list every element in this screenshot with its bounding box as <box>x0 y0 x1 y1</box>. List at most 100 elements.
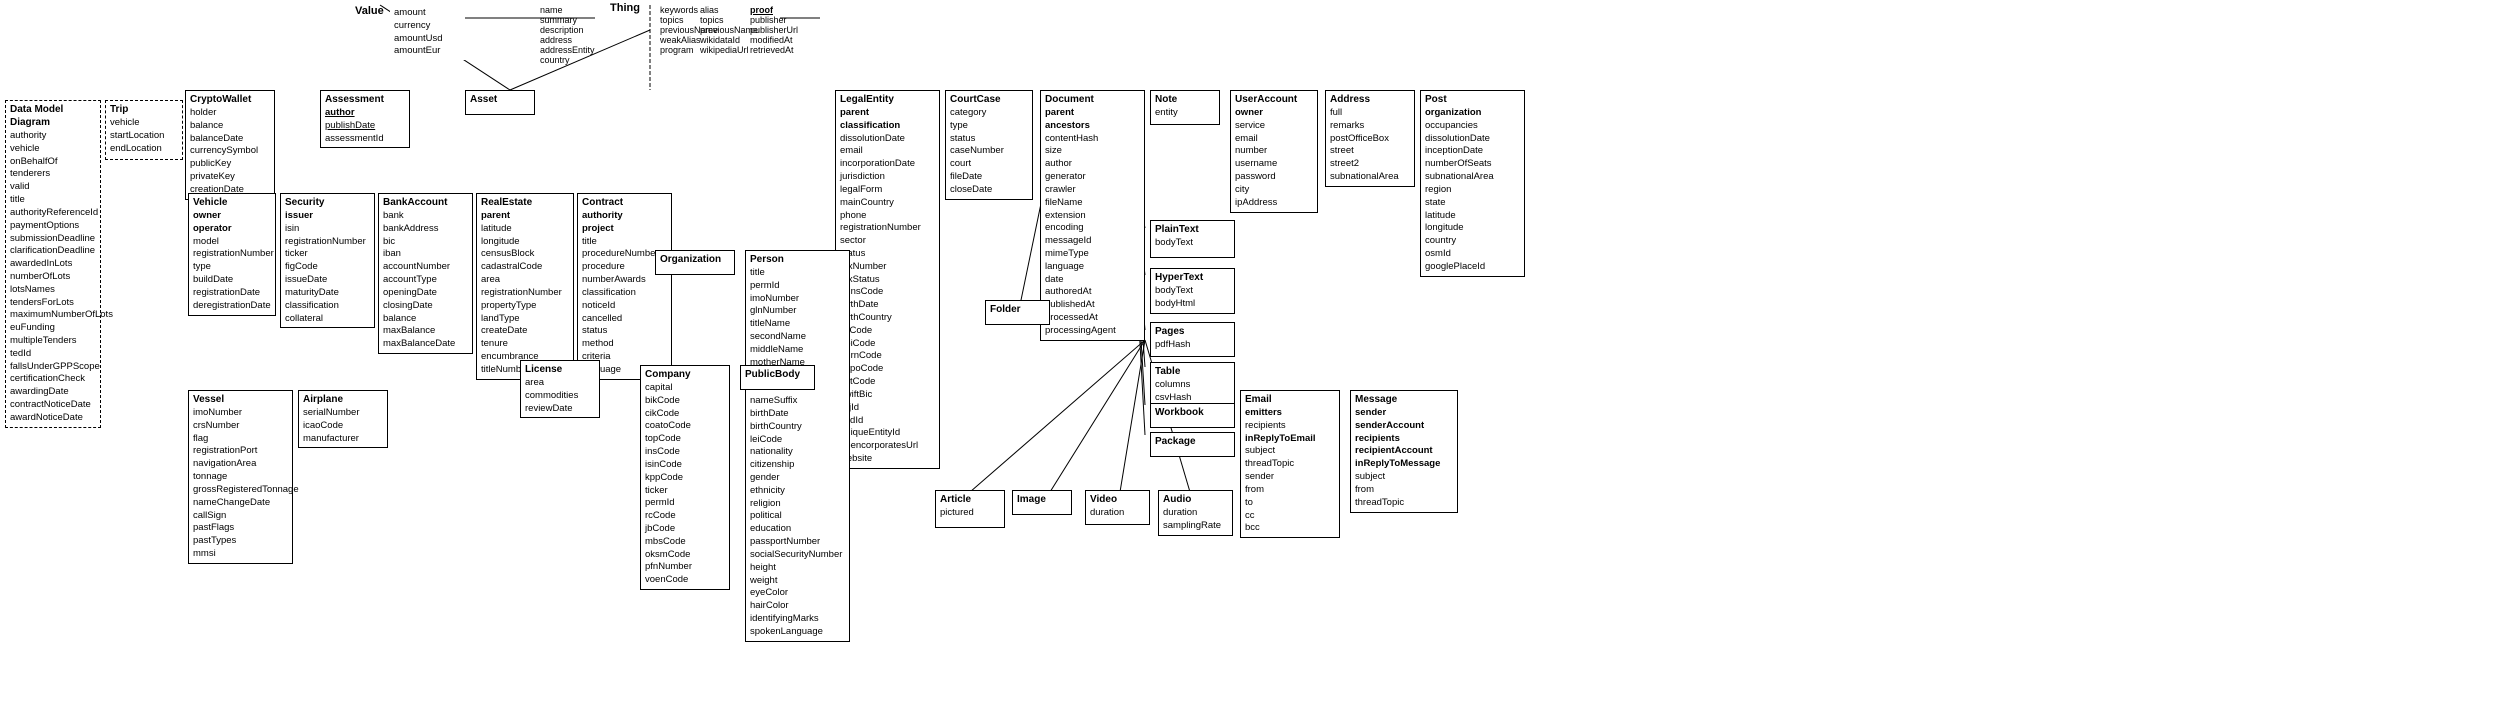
table-fields: columnscsvHash <box>1155 379 1230 405</box>
address-title: Address <box>1330 93 1410 106</box>
cryptowallet-fields: holderbalancebalanceDatecurrencySymbol p… <box>190 107 270 197</box>
alias-fields: aliastopicspreviousNamewikidataIdwikiped… <box>700 5 758 55</box>
address-box: Address fullremarkspostOfficeBoxstreet s… <box>1325 90 1415 187</box>
security-box: Security issuer isinregistrationNumberti… <box>280 193 375 328</box>
post-title: Post <box>1425 93 1520 106</box>
audio-title: Audio <box>1163 493 1228 506</box>
license-title: License <box>525 363 595 376</box>
diagram-container: Data Model Diagram authorityvehicleonBeh… <box>0 0 2500 716</box>
callfortenders-fields: authorityvehicleonBehalfOftenderersvalid… <box>10 130 96 425</box>
table-title: Table <box>1155 365 1230 378</box>
assessment-fields: author publishDate assessmentId <box>325 107 405 145</box>
assessment-title: Assessment <box>325 93 405 106</box>
trip-title: Trip <box>110 103 178 116</box>
company-fields: capitalbikCodecikCodecoatoCode topCodein… <box>645 382 725 587</box>
courtcase-box: CourtCase categorytypestatuscaseNumber c… <box>945 90 1033 200</box>
publicbody-box: PublicBody <box>740 365 815 390</box>
contract-box: Contract authority project titleprocedur… <box>577 193 672 380</box>
email-title: Email <box>1245 393 1335 406</box>
trip-box: Trip vehiclestartLocationendLocation <box>105 100 183 160</box>
callfortenders-box: Data Model Diagram authorityvehicleonBeh… <box>5 100 101 428</box>
audio-fields: durationsamplingRate <box>1163 507 1228 533</box>
post-box: Post organization occupanciesdissolution… <box>1420 90 1525 277</box>
note-box: Note entity <box>1150 90 1220 125</box>
workbook-box: Workbook <box>1150 403 1235 428</box>
realestate-title: RealEstate <box>481 196 569 209</box>
asset-box: Asset <box>465 90 535 115</box>
plaintext-box: PlainText bodyText <box>1150 220 1235 258</box>
airplane-title: Airplane <box>303 393 383 406</box>
video-box: Video duration <box>1085 490 1150 525</box>
document-box: Document parent ancestors contentHashsiz… <box>1040 90 1145 341</box>
table-box: Table columnscsvHash <box>1150 362 1235 408</box>
person-fields: titlepermIdimoNumberglnNumber titleNames… <box>750 267 845 639</box>
realestate-box: RealEstate parent latitudelongitudecensu… <box>476 193 574 380</box>
bankaccount-fields: bankbankAddressbiciban accountNumberacco… <box>383 210 468 351</box>
person-box: Person titlepermIdimoNumberglnNumber tit… <box>745 250 850 642</box>
hypertext-box: HyperText bodyTextbodyHtml <box>1150 268 1235 314</box>
package-box: Package <box>1150 432 1235 457</box>
audio-box: Audio durationsamplingRate <box>1158 490 1233 536</box>
folder-box: Folder <box>985 300 1050 325</box>
legalentity-fields: parent classification dissolutionDateema… <box>840 107 935 466</box>
airplane-box: Airplane serialNumbericaoCodemanufacture… <box>298 390 388 448</box>
person-title: Person <box>750 253 845 266</box>
hypertext-title: HyperText <box>1155 271 1230 284</box>
vehicle-fields: owner operator modelregistrationNumberty… <box>193 210 271 313</box>
pages-fields: pdfHash <box>1155 339 1230 352</box>
email-box: Email emitters recipientsinReplyToEmail … <box>1240 390 1340 538</box>
pages-box: Pages pdfHash <box>1150 322 1235 357</box>
vessel-title: Vessel <box>193 393 288 406</box>
message-fields: sender senderAccount recipients recipien… <box>1355 407 1453 510</box>
video-title: Video <box>1090 493 1145 506</box>
publicbody-title: PublicBody <box>745 368 810 381</box>
courtcase-fields: categorytypestatuscaseNumber courtfileDa… <box>950 107 1028 197</box>
image-title: Image <box>1017 493 1067 506</box>
document-title: Document <box>1045 93 1140 106</box>
license-box: License areacommoditiesreviewDate <box>520 360 600 418</box>
package-title: Package <box>1155 435 1230 448</box>
email-fields: emitters recipientsinReplyToEmail subjec… <box>1245 407 1335 535</box>
note-fields: entity <box>1155 107 1215 120</box>
article-title: Article <box>940 493 1000 506</box>
value-label: Value <box>355 5 384 17</box>
company-title: Company <box>645 368 725 381</box>
asset-title: Asset <box>470 93 530 106</box>
workbook-title: Workbook <box>1155 406 1230 419</box>
courtcase-title: CourtCase <box>950 93 1028 106</box>
plaintext-fields: bodyText <box>1155 237 1230 250</box>
useraccount-fields: owner serviceemailnumberusername passwor… <box>1235 107 1313 210</box>
security-title: Security <box>285 196 370 209</box>
bankaccount-title: BankAccount <box>383 196 468 209</box>
video-fields: duration <box>1090 507 1145 520</box>
contract-title: Contract <box>582 196 667 209</box>
organization-box: Organization <box>655 250 735 275</box>
realestate-fields: parent latitudelongitudecensusBlockcadas… <box>481 210 569 377</box>
company-box: Company capitalbikCodecikCodecoatoCode t… <box>640 365 730 590</box>
trip-fields: vehiclestartLocationendLocation <box>110 117 178 155</box>
assessment-box: Assessment author publishDate assessment… <box>320 90 410 148</box>
bankaccount-box: BankAccount bankbankAddressbiciban accou… <box>378 193 473 354</box>
cryptowallet-title: CryptoWallet <box>190 93 270 106</box>
contract-fields: authority project titleprocedureNumberpr… <box>582 210 667 377</box>
plaintext-title: PlainText <box>1155 223 1230 236</box>
note-title: Note <box>1155 93 1215 106</box>
message-box: Message sender senderAccount recipients … <box>1350 390 1458 513</box>
address-fields: fullremarkspostOfficeBoxstreet street2su… <box>1330 107 1410 184</box>
article-fields: pictured <box>940 507 1000 520</box>
useraccount-box: UserAccount owner serviceemailnumberuser… <box>1230 90 1318 213</box>
thing-label: Thing <box>610 2 640 14</box>
vehicle-box: Vehicle owner operator modelregistration… <box>188 193 276 316</box>
organization-title: Organization <box>660 253 730 266</box>
callfortenders-title: Data Model Diagram <box>10 103 96 129</box>
security-fields: issuer isinregistrationNumbertickerfigCo… <box>285 210 370 325</box>
folder-title: Folder <box>990 303 1045 316</box>
license-fields: areacommoditiesreviewDate <box>525 377 595 415</box>
legalentity-box: LegalEntity parent classification dissol… <box>835 90 940 469</box>
cryptowallet-box: CryptoWallet holderbalancebalanceDatecur… <box>185 90 275 200</box>
airplane-fields: serialNumbericaoCodemanufacturer <box>303 407 383 445</box>
useraccount-title: UserAccount <box>1235 93 1313 106</box>
document-fields: parent ancestors contentHashsizeauthorge… <box>1045 107 1140 338</box>
message-title: Message <box>1355 393 1453 406</box>
post-fields: organization occupanciesdissolutionDatei… <box>1425 107 1520 274</box>
